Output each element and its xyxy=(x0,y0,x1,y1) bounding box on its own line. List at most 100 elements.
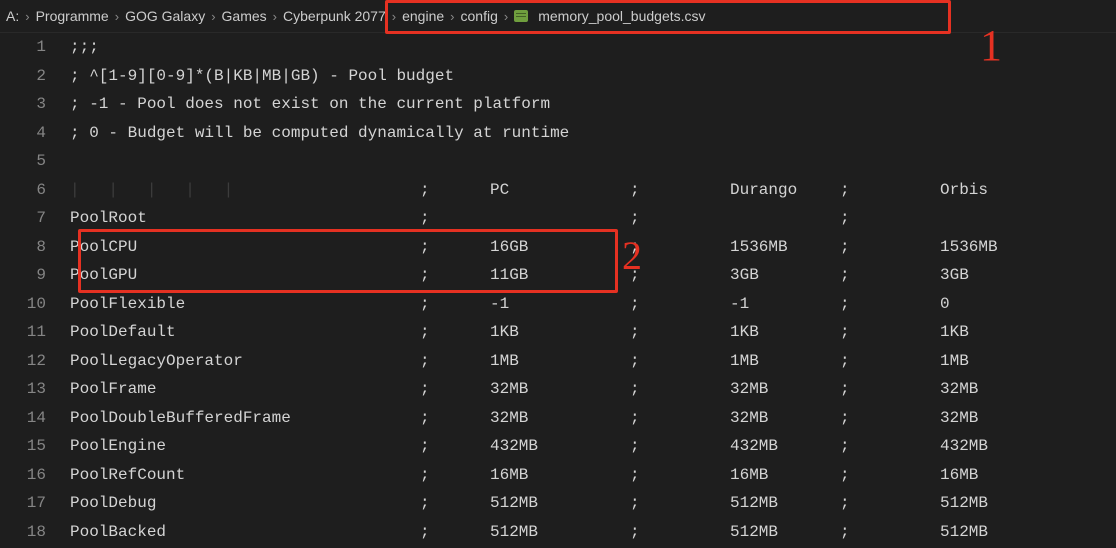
csv-pool-name: PoolDebug xyxy=(70,489,420,518)
csv-header-row[interactable]: | | | | |;PC;Durango;Orbis xyxy=(70,176,1116,205)
csv-sep: ; xyxy=(590,318,650,347)
csv-value-durango: -1 xyxy=(650,290,840,319)
breadcrumb-file[interactable]: memory_pool_budgets.csv xyxy=(538,8,705,24)
csv-value-durango: 32MB xyxy=(650,375,840,404)
csv-sep: ; xyxy=(590,204,650,233)
csv-value-durango: 512MB xyxy=(650,489,840,518)
breadcrumb: A: › Programme › GOG Galaxy › Games › Cy… xyxy=(0,0,1116,33)
csv-sep: ; xyxy=(420,489,440,518)
csv-sep: ; xyxy=(590,461,650,490)
csv-sep: ; xyxy=(420,176,440,205)
csv-value-orbis: 1536MB xyxy=(860,233,980,262)
csv-pool-name: PoolFlexible xyxy=(70,290,420,319)
chevron-right-icon: › xyxy=(273,9,277,24)
csv-sep: ; xyxy=(840,432,860,461)
csv-row[interactable]: PoolRoot;;; xyxy=(70,204,1116,233)
csv-sep: ; xyxy=(420,261,440,290)
csv-value-durango: 1536MB xyxy=(650,233,840,262)
breadcrumb-root[interactable]: A: xyxy=(6,8,19,24)
csv-row[interactable]: PoolGPU;11GB;3GB;3GB xyxy=(70,261,1116,290)
csv-sep: ; xyxy=(590,347,650,376)
csv-row[interactable]: PoolDebug;512MB;512MB;512MB xyxy=(70,489,1116,518)
csv-value-durango: 16MB xyxy=(650,461,840,490)
csv-sep: ; xyxy=(420,347,440,376)
csv-sep: ; xyxy=(840,204,860,233)
csv-row[interactable]: PoolDefault;1KB;1KB;1KB xyxy=(70,318,1116,347)
csv-value-durango: 1MB xyxy=(650,347,840,376)
csv-sep: ; xyxy=(420,375,440,404)
code-line[interactable]: ; 0 - Budget will be computed dynamicall… xyxy=(70,119,1116,148)
breadcrumb-item[interactable]: engine xyxy=(402,8,444,24)
csv-value-durango: 32MB xyxy=(650,404,840,433)
csv-pool-name: PoolEngine xyxy=(70,432,420,461)
csv-sep: ; xyxy=(840,176,860,205)
code-line[interactable]: ; -1 - Pool does not exist on the curren… xyxy=(70,90,1116,119)
csv-sep: ; xyxy=(840,518,860,547)
csv-value-pc: 32MB xyxy=(440,404,590,433)
csv-sep: ; xyxy=(840,489,860,518)
csv-file-icon xyxy=(514,8,532,24)
csv-row[interactable]: PoolLegacyOperator;1MB;1MB;1MB xyxy=(70,347,1116,376)
csv-sep: ; xyxy=(420,204,440,233)
csv-sep: ; xyxy=(590,290,650,319)
csv-row[interactable]: PoolFlexible;-1;-1;0 xyxy=(70,290,1116,319)
csv-sep: ; xyxy=(840,404,860,433)
csv-sep: ; xyxy=(420,461,440,490)
breadcrumb-item[interactable]: Games xyxy=(222,8,267,24)
csv-value-orbis: 32MB xyxy=(860,375,980,404)
csv-sep: ; xyxy=(420,233,440,262)
code-editor[interactable]: 123456789101112131415161718 ;;;; ^[1-9][… xyxy=(0,33,1116,548)
csv-value-pc: 11GB xyxy=(440,261,590,290)
csv-pool-name: PoolFrame xyxy=(70,375,420,404)
csv-header-durango: Durango xyxy=(650,176,840,205)
csv-value-pc: 512MB xyxy=(440,489,590,518)
chevron-right-icon: › xyxy=(450,9,454,24)
whitespace-indicator: | | | | | xyxy=(70,176,420,205)
breadcrumb-item[interactable]: Programme xyxy=(36,8,109,24)
csv-value-durango: 512MB xyxy=(650,518,840,547)
csv-sep: ; xyxy=(590,518,650,547)
code-line[interactable]: ;;; xyxy=(70,33,1116,62)
csv-sep: ; xyxy=(590,176,650,205)
csv-pool-name: PoolGPU xyxy=(70,261,420,290)
csv-value-pc: 16GB xyxy=(440,233,590,262)
chevron-right-icon: › xyxy=(211,9,215,24)
csv-pool-name: PoolRoot xyxy=(70,204,420,233)
csv-sep: ; xyxy=(840,461,860,490)
breadcrumb-item[interactable]: config xyxy=(461,8,498,24)
csv-value-pc: 16MB xyxy=(440,461,590,490)
csv-sep: ; xyxy=(590,489,650,518)
chevron-right-icon: › xyxy=(504,9,508,24)
csv-sep: ; xyxy=(590,233,650,262)
csv-value-durango: 432MB xyxy=(650,432,840,461)
csv-sep: ; xyxy=(420,290,440,319)
csv-row[interactable]: PoolBacked;512MB;512MB;512MB xyxy=(70,518,1116,547)
chevron-right-icon: › xyxy=(392,9,396,24)
csv-value-pc: 1MB xyxy=(440,347,590,376)
chevron-right-icon: › xyxy=(25,9,29,24)
csv-sep: ; xyxy=(840,290,860,319)
csv-row[interactable]: PoolEngine;432MB;432MB;432MB xyxy=(70,432,1116,461)
csv-row[interactable]: PoolRefCount;16MB;16MB;16MB xyxy=(70,461,1116,490)
code-line[interactable]: ; ^[1-9][0-9]*(B|KB|MB|GB) - Pool budget xyxy=(70,62,1116,91)
csv-sep: ; xyxy=(840,261,860,290)
csv-value-orbis: 0 xyxy=(860,290,980,319)
csv-value-pc: 512MB xyxy=(440,518,590,547)
csv-value-orbis: 432MB xyxy=(860,432,980,461)
breadcrumb-item[interactable]: GOG Galaxy xyxy=(125,8,205,24)
csv-row[interactable]: PoolFrame;32MB;32MB;32MB xyxy=(70,375,1116,404)
csv-row[interactable]: PoolCPU;16GB;1536MB;1536MB xyxy=(70,233,1116,262)
csv-sep: ; xyxy=(590,432,650,461)
csv-sep: ; xyxy=(590,375,650,404)
breadcrumb-item[interactable]: Cyberpunk 2077 xyxy=(283,8,386,24)
csv-value-orbis: 1KB xyxy=(860,318,980,347)
csv-row[interactable]: PoolDoubleBufferedFrame;32MB;32MB;32MB xyxy=(70,404,1116,433)
code-line[interactable] xyxy=(70,147,1116,176)
csv-sep: ; xyxy=(420,432,440,461)
csv-value-orbis: 16MB xyxy=(860,461,980,490)
code-content[interactable]: ;;;; ^[1-9][0-9]*(B|KB|MB|GB) - Pool bud… xyxy=(70,33,1116,548)
csv-value-durango: 3GB xyxy=(650,261,840,290)
line-number-gutter: 123456789101112131415161718 xyxy=(0,33,70,548)
csv-value-orbis: 1MB xyxy=(860,347,980,376)
csv-sep: ; xyxy=(840,375,860,404)
